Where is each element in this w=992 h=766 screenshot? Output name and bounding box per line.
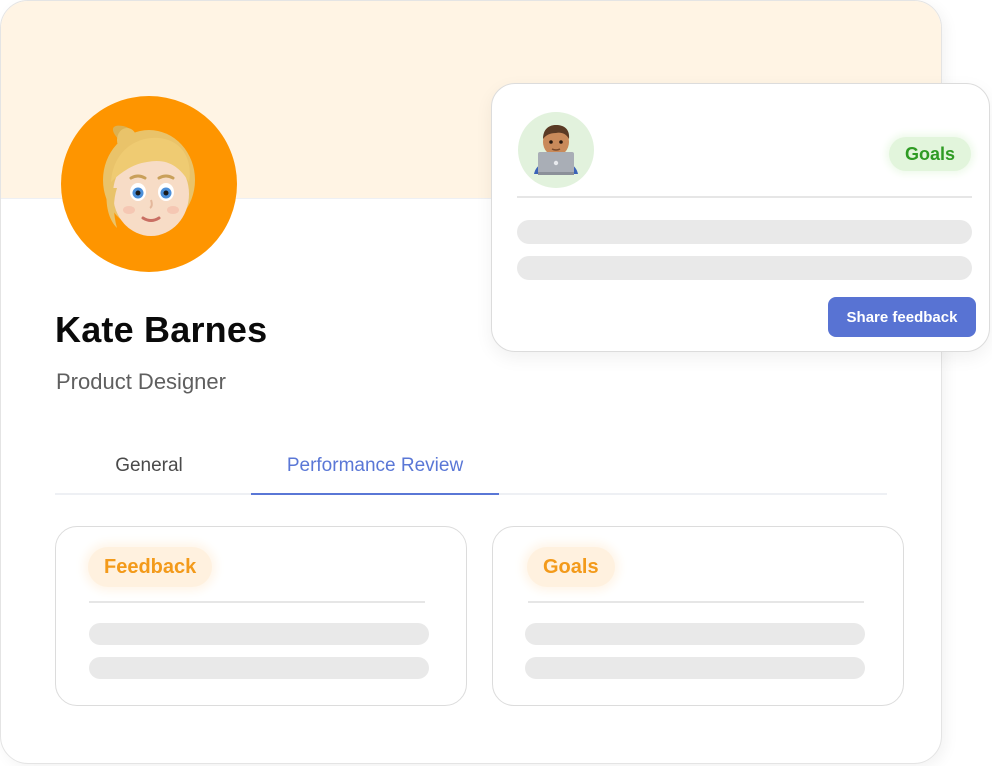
share-feedback-button[interactable]: Share feedback [828, 297, 976, 337]
feedback-popup-card: Goals Share feedback [491, 83, 990, 352]
feedback-badge: Feedback [88, 547, 213, 587]
profile-role: Product Designer [56, 369, 226, 394]
goals-placeholder-line [525, 623, 865, 645]
feedback-placeholder-line [89, 657, 429, 679]
goals-placeholder-line [525, 657, 865, 679]
popup-goals-badge: Goals [888, 137, 971, 171]
feedback-placeholder-line [89, 623, 429, 645]
blonde-woman-avatar-icon [103, 125, 195, 236]
popup-divider [517, 196, 972, 198]
tab-performance-review[interactable]: Performance Review [251, 441, 499, 495]
reviewer-avatar [518, 112, 594, 188]
profile-name: Kate Barnes [55, 309, 268, 350]
tab-general[interactable]: General [55, 441, 243, 493]
man-with-laptop-icon [534, 125, 578, 175]
profile-avatar [61, 96, 237, 272]
feedback-card: Feedback [55, 526, 467, 706]
goals-divider [528, 601, 864, 603]
popup-placeholder-line [517, 256, 972, 280]
goals-card: Goals [492, 526, 904, 706]
profile-tabs: General Performance Review [55, 441, 887, 495]
feedback-divider [89, 601, 425, 603]
popup-placeholder-line [517, 220, 972, 244]
goals-badge: Goals [527, 547, 615, 587]
